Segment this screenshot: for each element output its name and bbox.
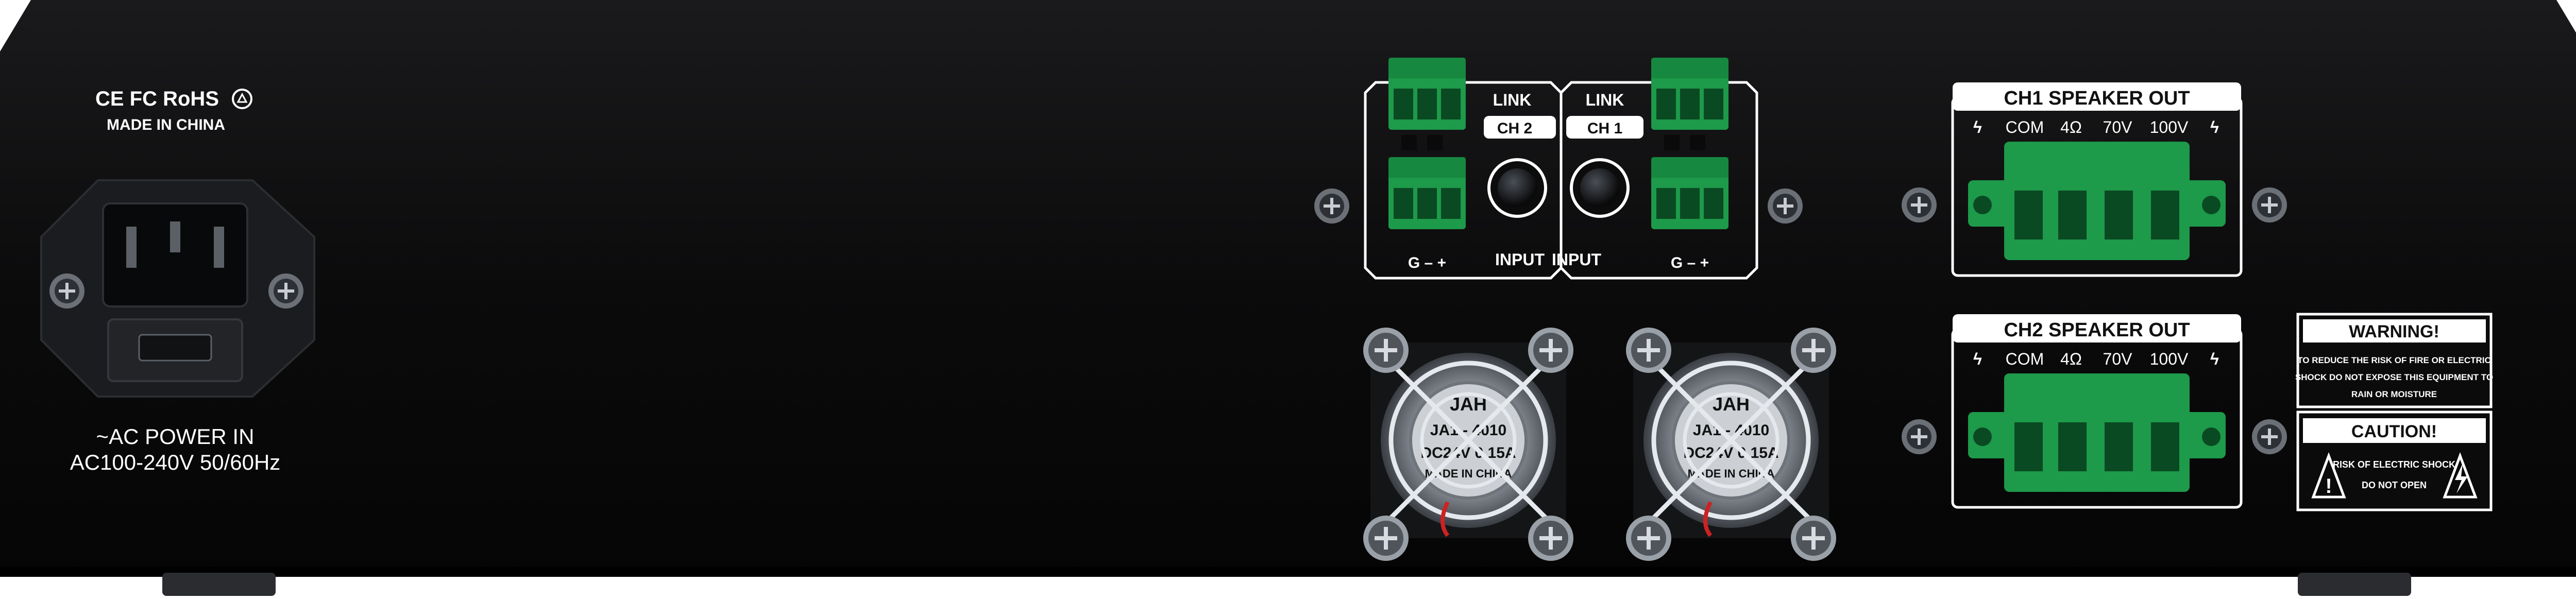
ch2-link-label: LINK — [1493, 91, 1532, 109]
inlet-screw-left — [49, 273, 84, 309]
ch2-speaker-title: CH2 SPEAKER OUT — [2004, 319, 2190, 341]
ch1-term-4ohm: 4Ω — [2060, 118, 2082, 136]
caution-label: CAUTION! ! RISK OF ELECTRIC SHOCK DO NOT… — [2296, 410, 2493, 511]
warning-label: WARNING! TO REDUCE THE RISK OF FIRE OR E… — [2295, 313, 2493, 408]
left-foot — [162, 573, 276, 596]
ch1-bolt-icon-left: ϟ — [1973, 118, 1982, 136]
ch1-term-com: COM — [2006, 118, 2044, 136]
ch2-speaker-terminal-block[interactable] — [1968, 373, 2226, 492]
ch1-link-terminal[interactable] — [1651, 58, 1728, 130]
warning-title: WARNING! — [2349, 322, 2439, 341]
ch1-link-label: LINK — [1586, 91, 1624, 109]
ch1-input-jack[interactable] — [1570, 158, 1630, 218]
ch1-speaker-terminal-block[interactable] — [1968, 142, 2226, 260]
fan-left: JAH JA1 - 4010 DC24V 0.15A MADE IN CHINA — [1363, 328, 1573, 561]
fan-right: JAH JA1 - 4010 DC24V 0.15A MADE IN CHINA — [1626, 328, 1836, 561]
ch1-out-screw-left — [1902, 187, 1937, 223]
ch2-term-4ohm: 4Ω — [2060, 350, 2082, 368]
ch2-input-terminal[interactable] — [1388, 157, 1466, 229]
ch1-channel-label: CH 1 — [1587, 120, 1622, 137]
ch1-term-100v: 100V — [2150, 118, 2189, 136]
warning-line2: SHOCK DO NOT EXPOSE THIS EQUIPMENT TO — [2295, 372, 2493, 382]
warning-line3: RAIN OR MOISTURE — [2351, 389, 2437, 399]
caution-line1: RISK OF ELECTRIC SHOCK — [2333, 459, 2455, 470]
ch2-input-jack[interactable] — [1487, 158, 1547, 218]
ch2-link-terminal[interactable] — [1388, 58, 1466, 130]
inlet-screw-right — [268, 273, 303, 309]
fan-right-rating: DC24V 0.15A — [1683, 444, 1778, 461]
ch1-bolt-icon-right: ϟ — [2210, 118, 2219, 136]
ch2-input-label: INPUT — [1495, 250, 1545, 269]
ch2-terminal-label: G – + — [1408, 254, 1446, 271]
ch2-out-screw-right — [2252, 419, 2287, 454]
ch2-bolt-icon-left: ϟ — [1973, 350, 1982, 368]
ch2-bolt-icon-right: ϟ — [2210, 350, 2219, 368]
made-in-china-text: MADE IN CHINA — [107, 116, 225, 133]
ch1-input-terminal[interactable] — [1651, 157, 1728, 229]
fan-left-model: JA1 - 4010 — [1430, 422, 1506, 439]
amplifier-rear-panel: CE FC RoHS MADE IN CHINA ~AC POWER IN AC… — [0, 0, 2576, 596]
ch2-term-70v: 70V — [2103, 350, 2133, 368]
input-panel-screw-left — [1314, 189, 1349, 224]
ac-power-inlet[interactable] — [40, 179, 315, 398]
fan-left-rating: DC24V 0.15A — [1420, 444, 1516, 461]
caution-title: CAUTION! — [2351, 422, 2437, 441]
ch1-input-label: INPUT — [1552, 250, 1601, 269]
ac-power-in-label: ~AC POWER IN — [96, 424, 255, 449]
fan-right-model: JA1 - 4010 — [1693, 422, 1769, 439]
warning-line1: TO REDUCE THE RISK OF FIRE OR ELECTRIC — [2297, 355, 2491, 365]
svg-text:!: ! — [2325, 475, 2332, 498]
caution-line2: DO NOT OPEN — [2362, 480, 2427, 490]
ch1-speaker-title: CH1 SPEAKER OUT — [2004, 88, 2190, 109]
ch2-channel-label: CH 2 — [1497, 120, 1532, 137]
cert-marks-text: CE FC RoHS — [95, 88, 219, 110]
input-panel-screw-right — [1768, 189, 1803, 224]
ch1-terminal-label: G – + — [1671, 254, 1709, 271]
ch2-term-com: COM — [2006, 350, 2044, 368]
ch2-term-100v: 100V — [2150, 350, 2189, 368]
right-foot — [2298, 573, 2411, 596]
ch2-out-screw-left — [1902, 419, 1937, 454]
ch1-out-screw-right — [2252, 187, 2287, 223]
ac-power-rating: AC100-240V 50/60Hz — [70, 450, 281, 474]
ch1-term-70v: 70V — [2103, 118, 2133, 136]
